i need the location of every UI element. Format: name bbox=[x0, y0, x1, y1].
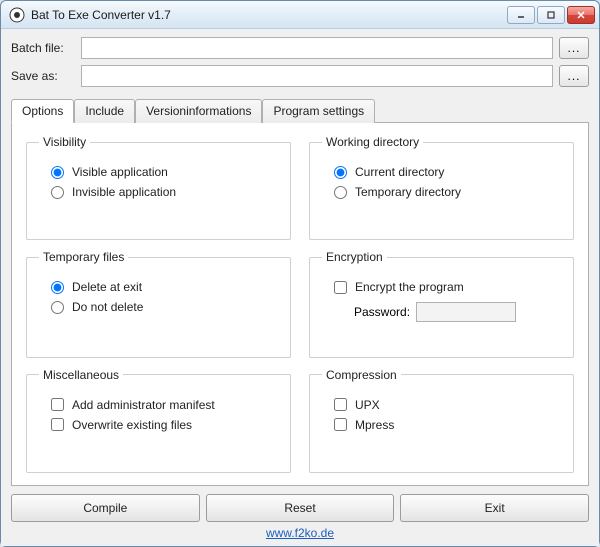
visible-label: Visible application bbox=[72, 165, 168, 179]
save-as-browse-button[interactable]: ... bbox=[559, 65, 589, 87]
overwrite-option-row: Overwrite existing files bbox=[39, 418, 278, 432]
visibility-group: Visibility Visible application Invisible… bbox=[26, 135, 291, 240]
encrypt-checkbox[interactable] bbox=[334, 281, 347, 294]
overwrite-label: Overwrite existing files bbox=[72, 418, 192, 432]
exit-button[interactable]: Exit bbox=[400, 494, 589, 522]
manifest-option-row: Add administrator manifest bbox=[39, 398, 278, 412]
mpress-option-row: Mpress bbox=[322, 418, 561, 432]
invisible-label: Invisible application bbox=[72, 185, 176, 199]
invisible-radio[interactable] bbox=[51, 186, 64, 199]
visible-radio[interactable] bbox=[51, 166, 64, 179]
encrypt-label: Encrypt the program bbox=[355, 280, 464, 294]
batch-file-label: Batch file: bbox=[11, 41, 81, 55]
manifest-checkbox[interactable] bbox=[51, 398, 64, 411]
password-label: Password: bbox=[354, 305, 410, 319]
tab-bar: Options Include Versioninformations Prog… bbox=[11, 99, 589, 122]
batch-browse-button[interactable]: ... bbox=[559, 37, 589, 59]
invisible-option-row: Invisible application bbox=[39, 185, 278, 199]
currentdir-label: Current directory bbox=[355, 165, 444, 179]
visible-option-row: Visible application bbox=[39, 165, 278, 179]
batch-file-row: Batch file: ... bbox=[11, 37, 589, 59]
mpress-checkbox[interactable] bbox=[334, 418, 347, 431]
overwrite-checkbox[interactable] bbox=[51, 418, 64, 431]
tab-include[interactable]: Include bbox=[74, 99, 135, 123]
upx-checkbox[interactable] bbox=[334, 398, 347, 411]
encryption-group: Encryption Encrypt the program Password: bbox=[309, 250, 574, 357]
compression-group: Compression UPX Mpress bbox=[309, 368, 574, 473]
upx-option-row: UPX bbox=[322, 398, 561, 412]
keep-radio[interactable] bbox=[51, 301, 64, 314]
tempdir-radio[interactable] bbox=[334, 186, 347, 199]
password-input[interactable] bbox=[416, 302, 516, 322]
titlebar: Bat To Exe Converter v1.7 bbox=[1, 1, 599, 29]
workingdir-legend: Working directory bbox=[322, 135, 423, 149]
upx-label: UPX bbox=[355, 398, 380, 412]
app-window: Bat To Exe Converter v1.7 Batch file: ..… bbox=[0, 0, 600, 547]
compile-button[interactable]: Compile bbox=[11, 494, 200, 522]
window-controls bbox=[507, 6, 595, 24]
encryption-legend: Encryption bbox=[322, 250, 387, 264]
delete-label: Delete at exit bbox=[72, 280, 142, 294]
manifest-label: Add administrator manifest bbox=[72, 398, 215, 412]
keep-label: Do not delete bbox=[72, 300, 143, 314]
workingdir-group: Working directory Current directory Temp… bbox=[309, 135, 574, 240]
close-button[interactable] bbox=[567, 6, 595, 24]
tempdir-option-row: Temporary directory bbox=[322, 185, 561, 199]
tab-options[interactable]: Options bbox=[11, 99, 74, 123]
visibility-legend: Visibility bbox=[39, 135, 90, 149]
tempdir-label: Temporary directory bbox=[355, 185, 461, 199]
encrypt-option-row: Encrypt the program bbox=[322, 280, 561, 294]
window-title: Bat To Exe Converter v1.7 bbox=[31, 8, 507, 22]
password-row: Password: bbox=[322, 302, 561, 322]
button-row: Compile Reset Exit bbox=[11, 494, 589, 522]
tab-versioninfo[interactable]: Versioninformations bbox=[135, 99, 262, 123]
footer-link[interactable]: www.f2ko.de bbox=[266, 526, 334, 540]
reset-button[interactable]: Reset bbox=[206, 494, 395, 522]
minimize-button[interactable] bbox=[507, 6, 535, 24]
misc-group: Miscellaneous Add administrator manifest… bbox=[26, 368, 291, 473]
currentdir-radio[interactable] bbox=[334, 166, 347, 179]
footer: www.f2ko.de bbox=[11, 522, 589, 542]
app-icon bbox=[9, 7, 25, 23]
save-as-label: Save as: bbox=[11, 69, 81, 83]
save-as-input[interactable] bbox=[81, 65, 553, 87]
maximize-button[interactable] bbox=[537, 6, 565, 24]
delete-option-row: Delete at exit bbox=[39, 280, 278, 294]
client-area: Batch file: ... Save as: ... Options Inc… bbox=[1, 29, 599, 546]
options-panel: Visibility Visible application Invisible… bbox=[11, 122, 589, 486]
misc-legend: Miscellaneous bbox=[39, 368, 123, 382]
currentdir-option-row: Current directory bbox=[322, 165, 561, 179]
keep-option-row: Do not delete bbox=[39, 300, 278, 314]
batch-file-input[interactable] bbox=[81, 37, 553, 59]
compression-legend: Compression bbox=[322, 368, 401, 382]
tab-programsettings[interactable]: Program settings bbox=[262, 99, 375, 123]
mpress-label: Mpress bbox=[355, 418, 394, 432]
tempfiles-legend: Temporary files bbox=[39, 250, 128, 264]
tempfiles-group: Temporary files Delete at exit Do not de… bbox=[26, 250, 291, 357]
save-as-row: Save as: ... bbox=[11, 65, 589, 87]
delete-radio[interactable] bbox=[51, 281, 64, 294]
